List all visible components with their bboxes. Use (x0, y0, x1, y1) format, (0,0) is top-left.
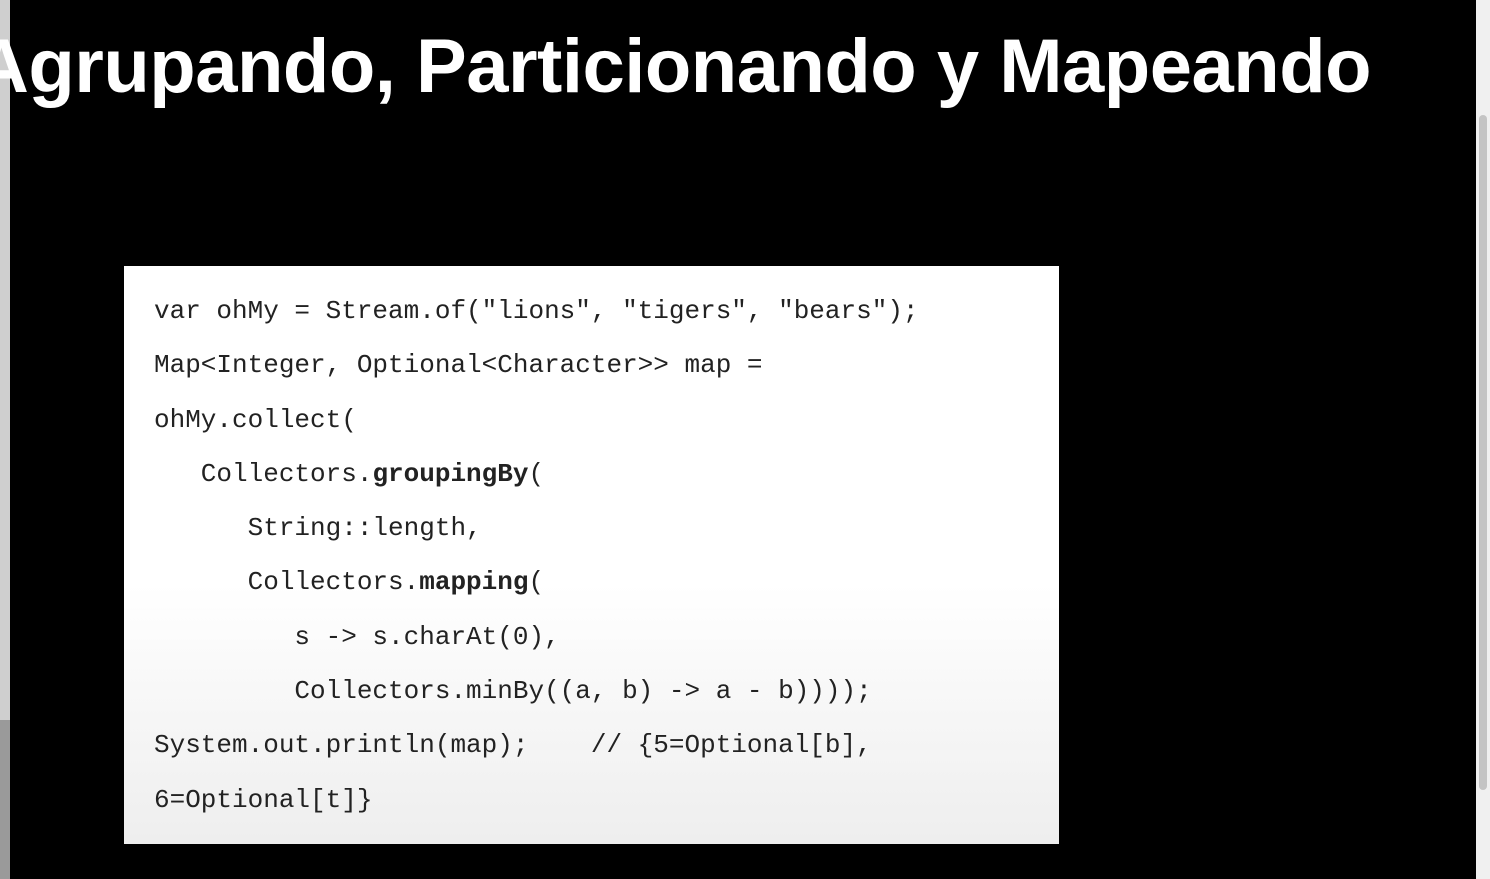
code-line-5: String::length, (154, 513, 482, 544)
vertical-scrollbar[interactable] (1476, 0, 1490, 879)
code-line-8: Collectors.minBy((a, b) -> a - b)))); (154, 676, 872, 707)
code-line-9: System.out.println(map); // {5=Optional[… (154, 730, 872, 761)
code-keyword-groupingby: groupingBy (372, 458, 529, 489)
scrollbar-thumb[interactable] (1479, 115, 1487, 790)
code-line-7: s -> s.charAt(0), (154, 621, 560, 652)
left-edge-thumb (0, 720, 10, 879)
code-snippet-box: var ohMy = Stream.of("lions", "tigers", … (124, 266, 1059, 844)
code-line-6: Collectors.mapping( (154, 555, 919, 609)
slide-title: Agrupando, Particionando y Mapeando (0, 24, 1372, 109)
code-line-6-suffix: ( (528, 567, 545, 598)
code-lines: var ohMy = Stream.of("lions", "tigers", … (154, 284, 919, 827)
code-line-4-suffix: ( (528, 458, 545, 489)
code-line-6-prefix: Collectors. (154, 567, 420, 598)
code-line-1: var ohMy = Stream.of("lions", "tigers", … (154, 296, 919, 326)
slide-stage: Agrupando, Particionando y Mapeando var … (0, 0, 1490, 879)
code-line-4: Collectors.groupingBy( (154, 447, 919, 501)
code-line-3: ohMy.collect( (154, 404, 357, 435)
code-keyword-mapping: mapping (419, 567, 529, 598)
left-edge-strip (0, 0, 10, 879)
code-line-2: Map<Integer, Optional<Character>> map = (154, 350, 763, 381)
code-line-4-prefix: Collectors. (154, 458, 373, 489)
code-line-10: 6=Optional[t]} (154, 784, 373, 815)
